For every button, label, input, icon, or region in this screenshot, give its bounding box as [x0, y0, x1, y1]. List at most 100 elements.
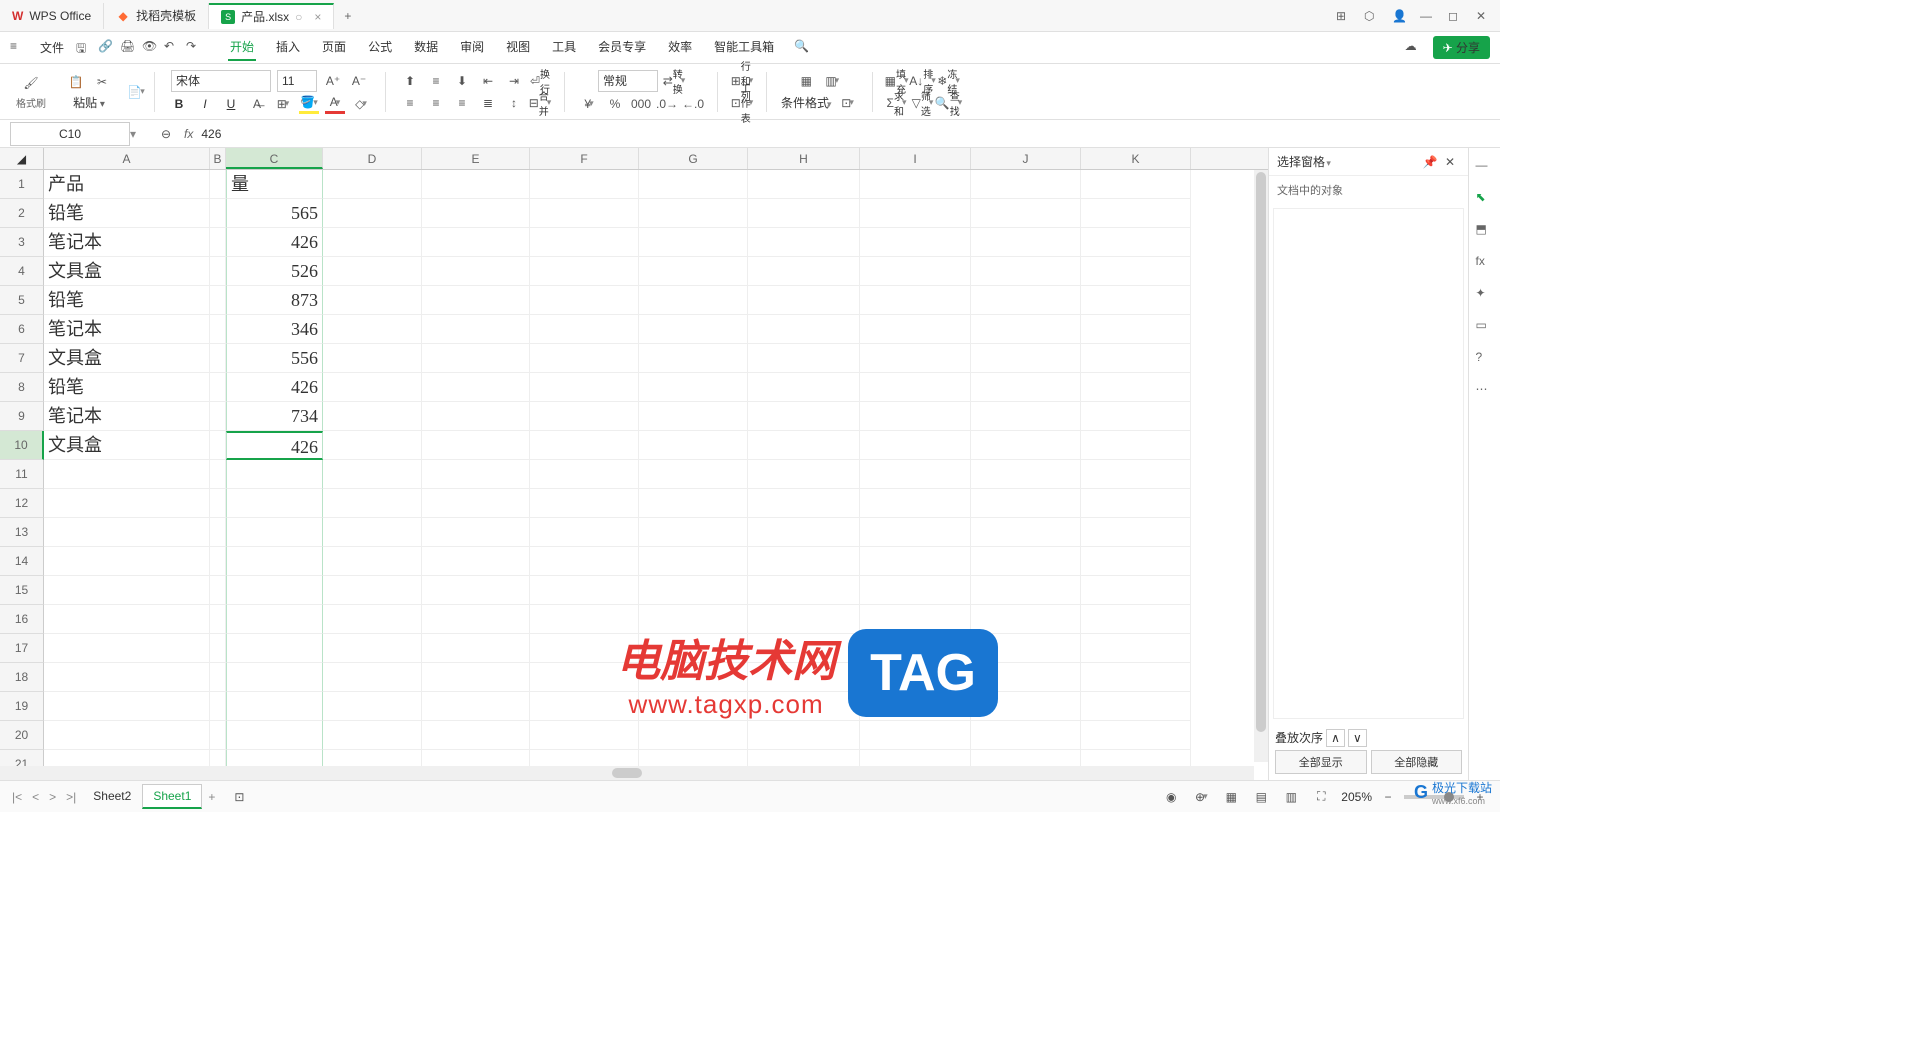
cell-D3[interactable] [323, 228, 422, 257]
first-sheet-icon[interactable]: |< [8, 790, 26, 804]
cell-I6[interactable] [860, 315, 971, 344]
cell-C14[interactable] [226, 547, 323, 576]
cell-E2[interactable] [422, 199, 530, 228]
cell-G14[interactable] [639, 547, 748, 576]
cell-J18[interactable] [971, 663, 1081, 692]
cell-G7[interactable] [639, 344, 748, 373]
cell-B15[interactable] [210, 576, 226, 605]
cancel-icon[interactable]: ⊖ [156, 124, 176, 144]
cell-G9[interactable] [639, 402, 748, 431]
window-icon[interactable]: ⊞ [1336, 9, 1350, 23]
cell-H11[interactable] [748, 460, 860, 489]
add-sheet-icon[interactable]: + [204, 790, 219, 804]
share-button[interactable]: ✈ 分享 [1433, 36, 1490, 59]
cell-B20[interactable] [210, 721, 226, 750]
align-right-icon[interactable]: ≡ [452, 93, 472, 113]
cell-A10[interactable]: 文具盒 [44, 431, 210, 460]
cell-G1[interactable] [639, 170, 748, 199]
menu-tab-视图[interactable]: 视图 [504, 34, 532, 61]
close-panel-icon[interactable]: ✕ [1440, 152, 1460, 172]
cell-B4[interactable] [210, 257, 226, 286]
cell-J19[interactable] [971, 692, 1081, 721]
cell-D14[interactable] [323, 547, 422, 576]
col-header-H[interactable]: H [748, 148, 860, 169]
cell-I9[interactable] [860, 402, 971, 431]
cell-E6[interactable] [422, 315, 530, 344]
cell-C17[interactable] [226, 634, 323, 663]
cell-E19[interactable] [422, 692, 530, 721]
cell-A9[interactable]: 笔记本 [44, 402, 210, 431]
minimize-icon[interactable]: — [1420, 9, 1434, 23]
cell-K10[interactable] [1081, 431, 1191, 460]
cell-I2[interactable] [860, 199, 971, 228]
cell-E1[interactable] [422, 170, 530, 199]
cell-E14[interactable] [422, 547, 530, 576]
cell-A15[interactable] [44, 576, 210, 605]
cell-E3[interactable] [422, 228, 530, 257]
cell-style-icon[interactable]: ▥▾ [822, 71, 842, 91]
cell-E15[interactable] [422, 576, 530, 605]
row-header-5[interactable]: 5 [0, 286, 44, 315]
cell-G15[interactable] [639, 576, 748, 605]
cell-D1[interactable] [323, 170, 422, 199]
merge-icon[interactable]: ⊟ 合并▾ [530, 93, 550, 113]
cell-D20[interactable] [323, 721, 422, 750]
pin-icon[interactable]: 📌 [1420, 152, 1440, 172]
cell-C16[interactable] [226, 605, 323, 634]
search-icon[interactable]: 🔍 [794, 39, 812, 57]
view-normal-icon[interactable]: ▦ [1221, 787, 1241, 807]
cell-E17[interactable] [422, 634, 530, 663]
cell-C12[interactable] [226, 489, 323, 518]
bold-icon[interactable]: B [169, 94, 189, 114]
find-icon[interactable]: 🔍 查找▾ [939, 93, 959, 113]
horizontal-scrollbar[interactable] [0, 766, 1254, 780]
cell-C13[interactable] [226, 518, 323, 547]
cell-I7[interactable] [860, 344, 971, 373]
close-window-icon[interactable]: ✕ [1476, 9, 1490, 23]
collapse-icon[interactable]: — [1476, 158, 1494, 176]
cell-B8[interactable] [210, 373, 226, 402]
convert-icon[interactable]: ⇄ 转换▾ [664, 71, 684, 91]
fill-color-icon[interactable]: 🪣▾ [299, 94, 319, 114]
cell-H17[interactable] [748, 634, 860, 663]
cell-F18[interactable] [530, 663, 639, 692]
cell-H6[interactable] [748, 315, 860, 344]
cell-G2[interactable] [639, 199, 748, 228]
cell-E9[interactable] [422, 402, 530, 431]
name-box-dropdown-icon[interactable]: ▾ [130, 127, 146, 141]
cell-A8[interactable]: 铅笔 [44, 373, 210, 402]
cell-F11[interactable] [530, 460, 639, 489]
cell-K18[interactable] [1081, 663, 1191, 692]
cell-E8[interactable] [422, 373, 530, 402]
cell-C4[interactable]: 526 [226, 257, 323, 286]
app-tab[interactable]: W WPS Office [0, 3, 104, 29]
italic-icon[interactable]: I [195, 94, 215, 114]
last-sheet-icon[interactable]: >| [62, 790, 80, 804]
prev-sheet-icon[interactable]: < [28, 790, 43, 804]
cell-D13[interactable] [323, 518, 422, 547]
cell-H13[interactable] [748, 518, 860, 547]
hide-all-button[interactable]: 全部隐藏 [1371, 750, 1463, 774]
cell-G12[interactable] [639, 489, 748, 518]
cell-K15[interactable] [1081, 576, 1191, 605]
cell-B10[interactable] [210, 431, 226, 460]
align-left-icon[interactable]: ≡ [400, 93, 420, 113]
cell-F2[interactable] [530, 199, 639, 228]
select-all-corner[interactable]: ◢ [0, 148, 44, 169]
cell-F14[interactable] [530, 547, 639, 576]
menu-icon[interactable]: ≡ [10, 39, 28, 57]
menu-tab-审阅[interactable]: 审阅 [458, 34, 486, 61]
col-header-B[interactable]: B [210, 148, 226, 169]
cell-K13[interactable] [1081, 518, 1191, 547]
cell-F1[interactable] [530, 170, 639, 199]
cell-F17[interactable] [530, 634, 639, 663]
more-icon[interactable]: ⋯ [1476, 382, 1494, 400]
align-top-icon[interactable]: ⬆ [400, 71, 420, 91]
cell-D4[interactable] [323, 257, 422, 286]
cell-B17[interactable] [210, 634, 226, 663]
copy-icon[interactable]: 📄▾ [126, 82, 146, 102]
cell-J3[interactable] [971, 228, 1081, 257]
cell-F10[interactable] [530, 431, 639, 460]
view-break-icon[interactable]: ▥ [1281, 787, 1301, 807]
cell-B2[interactable] [210, 199, 226, 228]
